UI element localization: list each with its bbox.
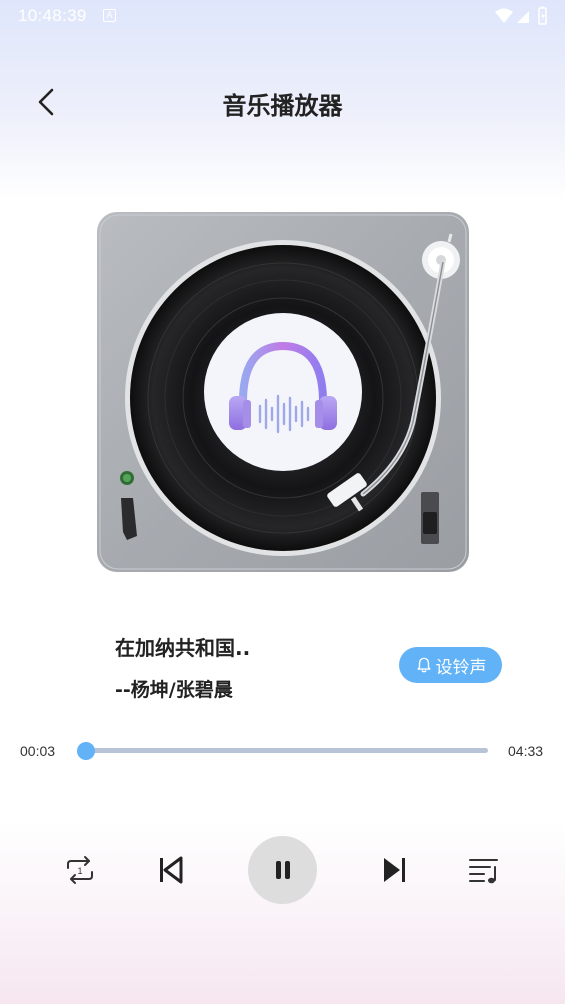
play-pause-button[interactable] <box>248 836 317 904</box>
playlist-icon <box>469 859 498 884</box>
turntable-image <box>97 212 469 572</box>
svg-text:1: 1 <box>77 866 82 876</box>
next-button[interactable] <box>378 853 410 887</box>
total-time: 04:33 <box>508 743 544 759</box>
current-time: 00:03 <box>20 743 56 759</box>
status-time: 10:48:39 <box>18 6 87 25</box>
progress-thumb[interactable] <box>77 742 95 760</box>
a-notification-icon: A <box>103 9 116 22</box>
page-title: 音乐播放器 <box>222 92 343 120</box>
status-bar: 10:48:39 A <box>0 0 565 32</box>
set-ringtone-button[interactable]: 设铃声 <box>399 647 502 683</box>
song-title: 在加纳共和国.. <box>115 636 251 660</box>
signal-icon <box>517 11 529 23</box>
skip-previous-icon <box>160 856 183 884</box>
album-artwork <box>67 198 499 606</box>
repeat-one-icon: 1 <box>67 856 93 884</box>
skip-next-icon <box>384 858 405 882</box>
set-ringtone-label: 设铃声 <box>435 657 487 678</box>
song-artist: --杨坤/张碧晨 <box>115 679 233 701</box>
pause-icon <box>275 861 290 879</box>
status-icons <box>495 6 547 25</box>
playlist-button[interactable] <box>466 853 502 887</box>
wifi-icon <box>495 8 513 23</box>
battery-icon <box>538 6 547 25</box>
app-header: 音乐播放器 <box>0 70 565 134</box>
previous-button[interactable] <box>155 853 187 887</box>
bell-icon <box>416 657 431 673</box>
repeat-mode-button[interactable]: 1 <box>62 853 98 887</box>
progress-bar[interactable] <box>77 742 488 760</box>
